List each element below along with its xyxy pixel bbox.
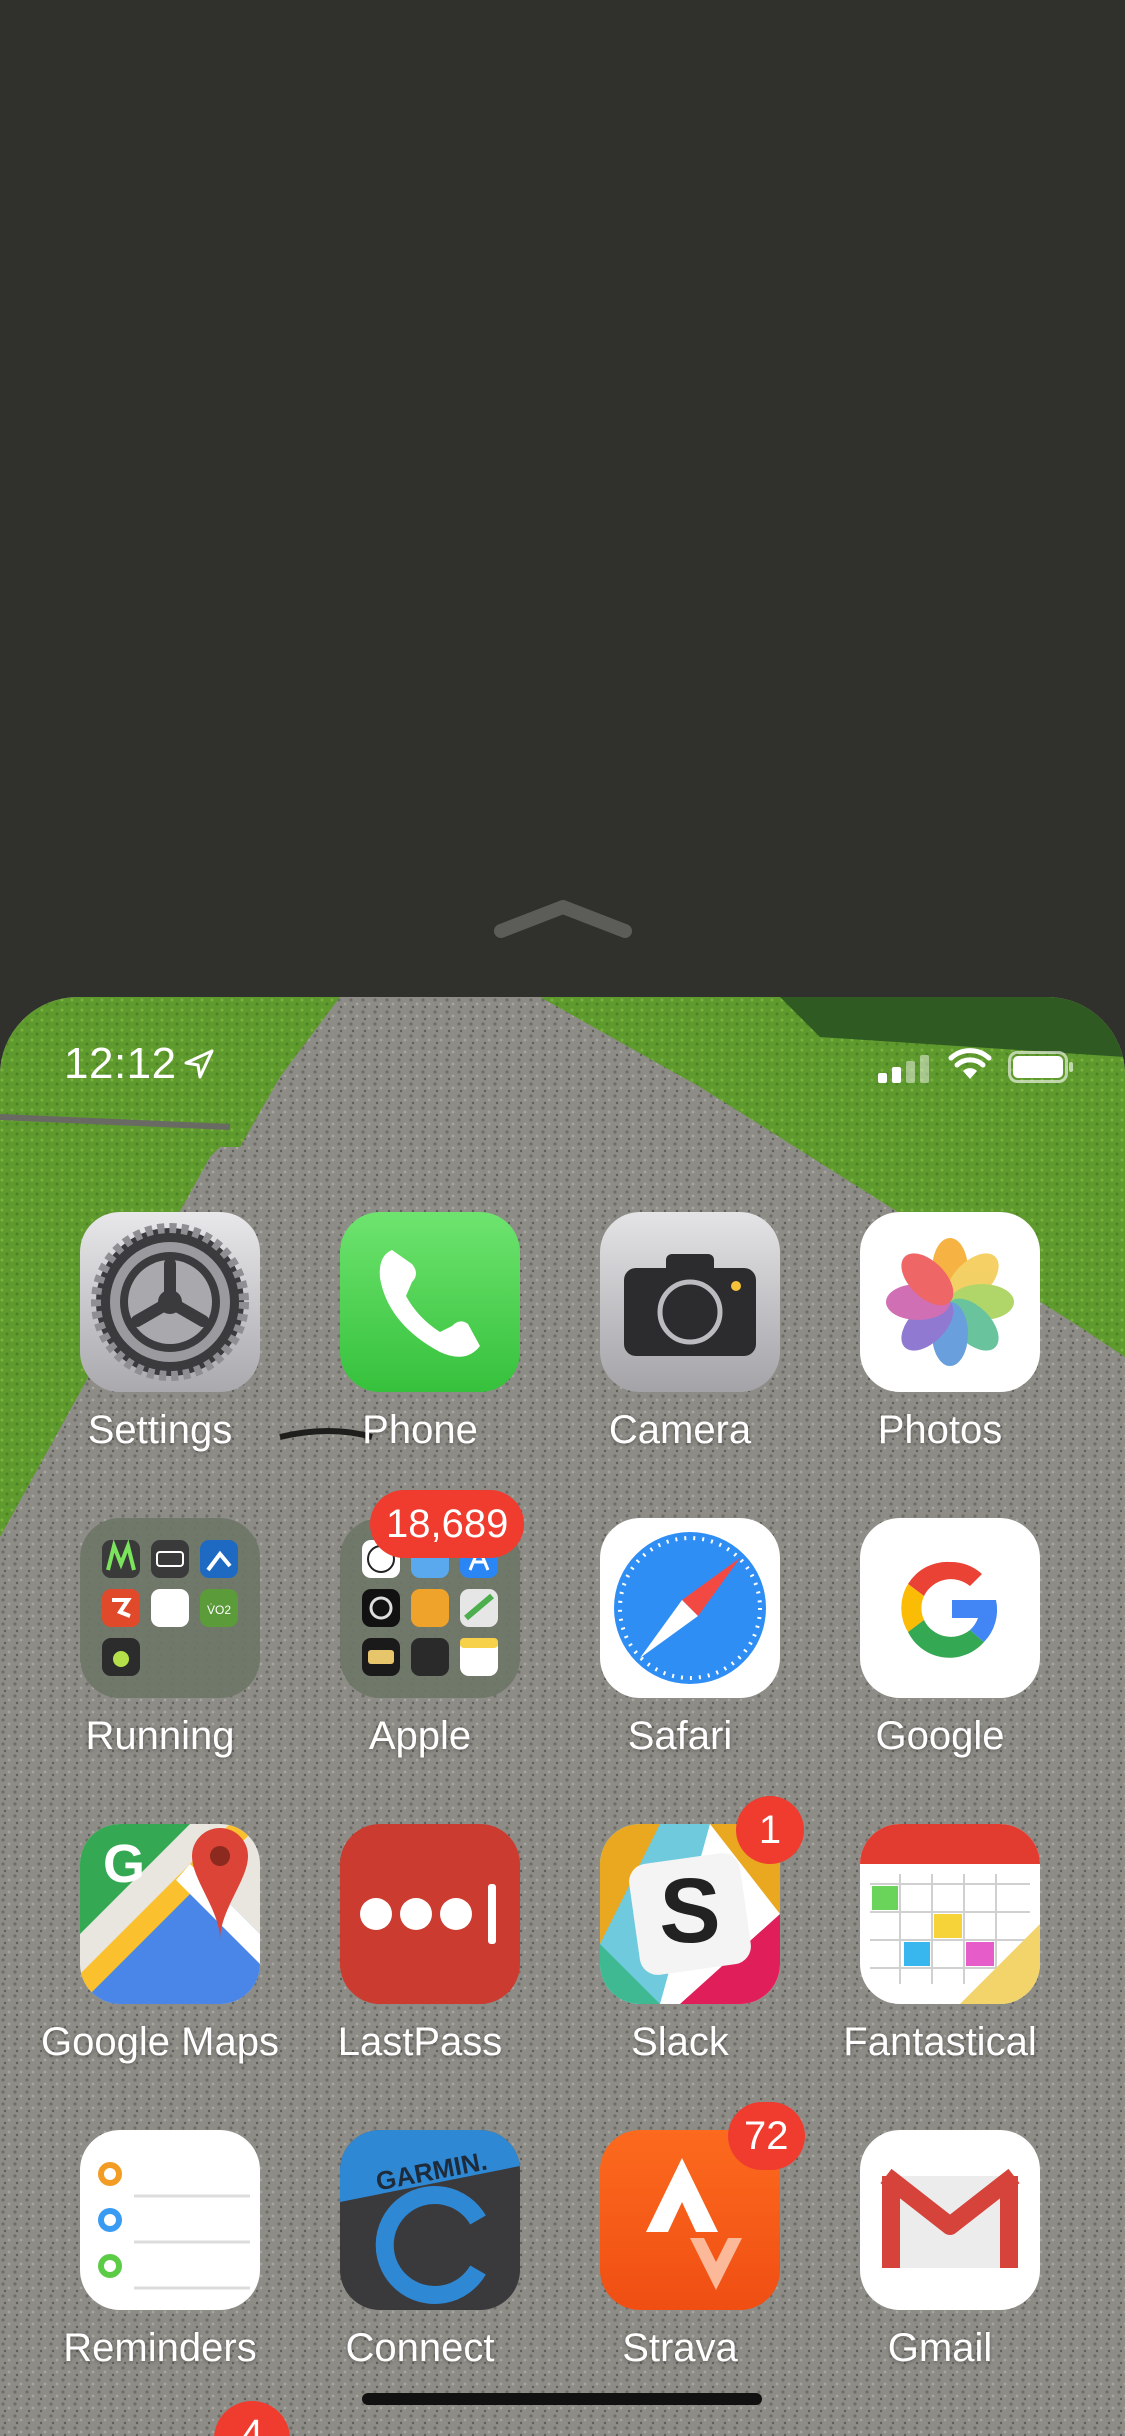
app-google-maps[interactable]: G Google Maps [30, 1824, 290, 2110]
app-label: Google [875, 1714, 1005, 1758]
status-time: 12:12 [64, 1039, 177, 1088]
app-label: Reminders [63, 2326, 257, 2370]
notification-badge: 18,689 [370, 1490, 525, 1558]
app-folder-apple[interactable]: 18,689 Apple [290, 1490, 550, 1804]
folder-icon: V̇O2 [80, 1518, 260, 1698]
chevron-up-icon[interactable] [493, 897, 633, 941]
google-maps-icon: G [80, 1824, 260, 2004]
settings-icon [80, 1212, 260, 1392]
reminders-icon [80, 2130, 260, 2310]
app-label: Google Maps [41, 2020, 279, 2064]
vo2-label: V̇O2 [207, 1603, 231, 1617]
app-fantastical[interactable]: Fantastical [810, 1824, 1070, 2110]
app-camera[interactable]: Camera [550, 1212, 810, 1498]
fantastical-icon [860, 1824, 1040, 2004]
home-screen: 12:12 Settings Phone Camera Photos V̇O2 … [0, 997, 1125, 2436]
gmail-icon [860, 2130, 1040, 2310]
app-gmail[interactable]: Gmail [810, 2130, 1070, 2416]
camera-icon [600, 1212, 780, 1392]
cellular-signal-icon [878, 1055, 929, 1083]
notification-badge: 72 [728, 2102, 805, 2170]
app-google[interactable]: Google [810, 1518, 1070, 1804]
location-arrow-icon [184, 1049, 214, 1079]
app-safari[interactable]: Safari [550, 1518, 810, 1804]
app-lastpass[interactable]: LastPass [290, 1824, 550, 2110]
app-label: Apple [368, 1714, 472, 1758]
app-garmin-connect[interactable]: GARMIN. Connect [290, 2130, 550, 2416]
app-label: Phone [362, 1408, 478, 1452]
wifi-icon [948, 1048, 992, 1079]
notification-badge: 1 [736, 1796, 804, 1864]
app-reminders[interactable]: Reminders [30, 2130, 290, 2416]
app-photos[interactable]: Photos [810, 1212, 1070, 1498]
app-label: Safari [627, 1714, 733, 1758]
safari-icon [600, 1518, 780, 1698]
lastpass-icon [340, 1824, 520, 2004]
garmin-connect-icon: GARMIN. [340, 2130, 520, 2310]
maps-letter: G [103, 1834, 145, 1894]
slack-letter: S [659, 1860, 720, 1962]
app-phone[interactable]: Phone [290, 1212, 550, 1498]
app-label: Connect [345, 2326, 495, 2370]
app-strava[interactable]: 72 Strava [550, 2102, 810, 2416]
app-label: Photos [877, 1408, 1003, 1452]
battery-icon [1008, 1051, 1073, 1083]
app-label: Camera [608, 1408, 752, 1452]
google-icon [860, 1518, 1040, 1698]
app-label: Strava [622, 2326, 738, 2370]
app-label: LastPass [337, 2020, 503, 2064]
phone-icon [340, 1212, 520, 1392]
app-label: Slack [631, 2020, 729, 2064]
app-slack[interactable]: S 1 Slack [550, 1796, 810, 2110]
app-label: Settings [87, 1408, 233, 1452]
app-folder-running[interactable]: V̇O2 Running [30, 1518, 290, 1804]
app-settings[interactable]: Settings [30, 1212, 290, 1498]
home-indicator[interactable] [362, 2393, 762, 2405]
app-label: Gmail [887, 2326, 993, 2370]
app-label: Running [85, 1714, 235, 1758]
photos-icon [860, 1212, 1040, 1392]
app-label: Fantastical [843, 2020, 1037, 2064]
